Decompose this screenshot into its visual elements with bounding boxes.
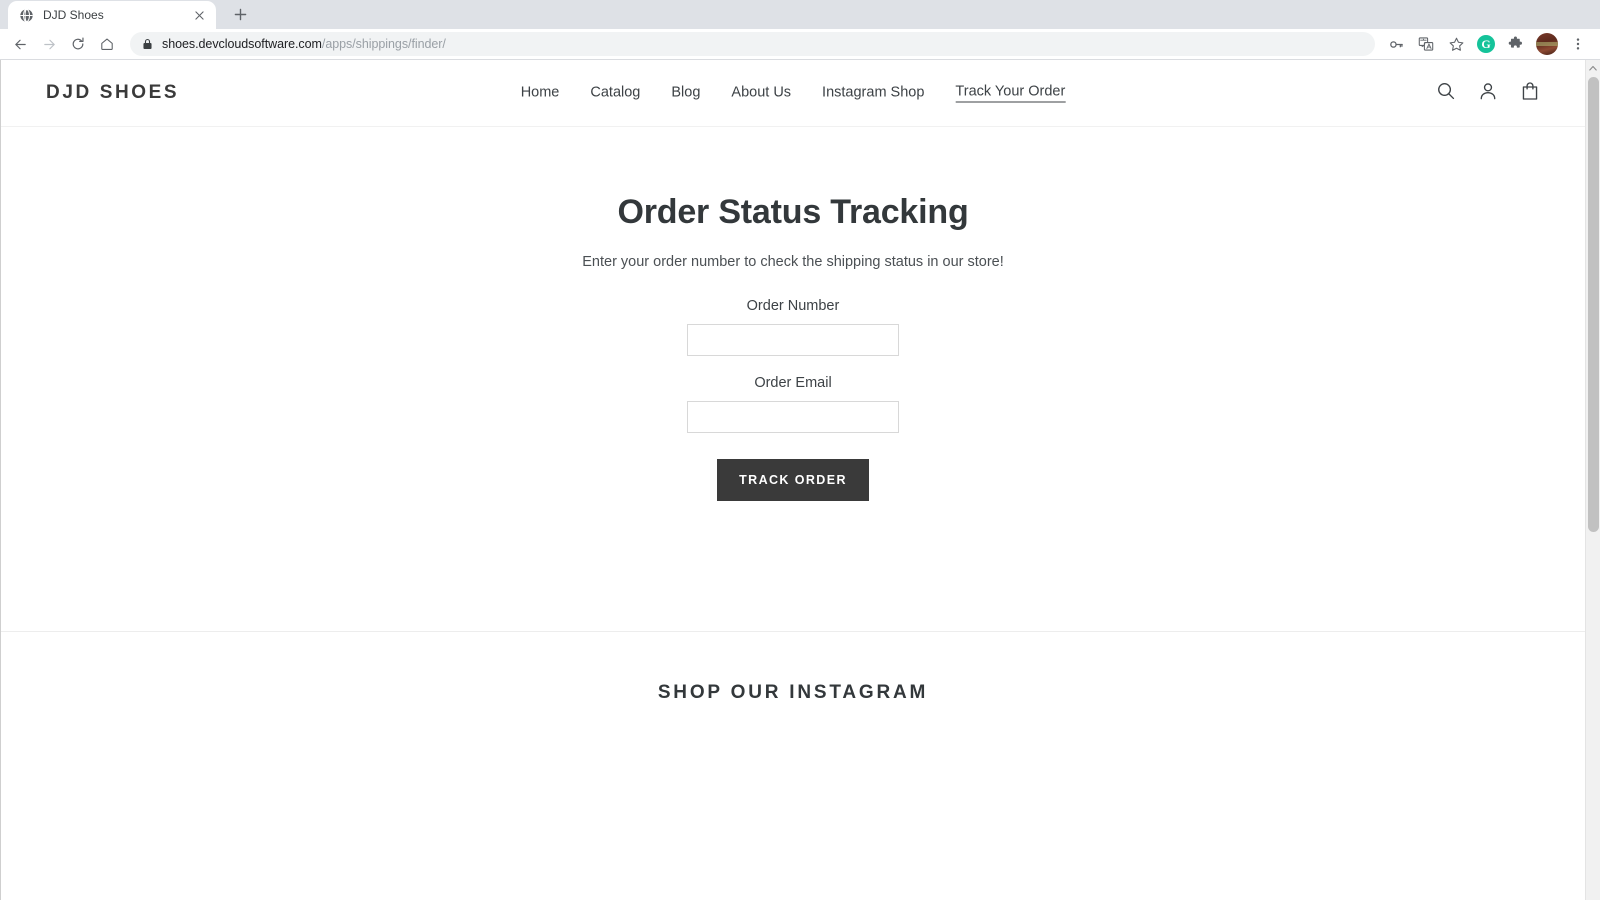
lock-icon bbox=[142, 38, 153, 50]
order-tracking-section: Order Status Tracking Enter your order n… bbox=[1, 127, 1585, 632]
tracking-content: Order Status Tracking Enter your order n… bbox=[1, 193, 1585, 501]
nav-item-blog[interactable]: Blog bbox=[671, 84, 700, 102]
address-bar[interactable]: shoes.devcloudsoftware.com/apps/shipping… bbox=[130, 32, 1375, 56]
page-viewport: DJD SHOES Home Catalog Blog About Us Ins… bbox=[0, 60, 1600, 900]
reload-icon[interactable] bbox=[64, 30, 92, 58]
close-icon[interactable] bbox=[191, 7, 207, 23]
web-page: DJD SHOES Home Catalog Blog About Us Ins… bbox=[1, 60, 1585, 900]
instagram-section-title: SHOP OUR INSTAGRAM bbox=[657, 682, 929, 703]
browser-toolbar: shoes.devcloudsoftware.com/apps/shipping… bbox=[0, 29, 1600, 60]
star-icon[interactable] bbox=[1442, 30, 1470, 58]
order-tracking-form: Order Number Order Email TRACK ORDER bbox=[687, 298, 899, 501]
order-email-input[interactable] bbox=[687, 401, 899, 433]
profile-avatar-icon[interactable] bbox=[1536, 33, 1558, 55]
globe-icon bbox=[19, 8, 34, 23]
order-email-field-group: Order Email bbox=[687, 375, 899, 433]
tab-strip: DJD Shoes bbox=[0, 0, 1600, 29]
url-host: shoes.devcloudsoftware.com bbox=[162, 37, 322, 51]
order-email-label: Order Email bbox=[754, 375, 832, 391]
scrollbar-thumb[interactable] bbox=[1588, 77, 1599, 532]
user-account-icon[interactable] bbox=[1478, 81, 1498, 106]
new-tab-button[interactable] bbox=[226, 0, 254, 28]
scroll-up-arrow-icon[interactable] bbox=[1586, 60, 1600, 75]
browser-window: DJD Shoes shoes.devcloudsoftware.com/app… bbox=[0, 0, 1600, 900]
url-path: /apps/shippings/finder/ bbox=[321, 37, 446, 51]
tab-title: DJD Shoes bbox=[43, 8, 104, 22]
order-number-input[interactable] bbox=[687, 324, 899, 356]
home-icon[interactable] bbox=[93, 30, 121, 58]
toolbar-right-actions: G bbox=[1382, 30, 1592, 58]
main-navigation: Home Catalog Blog About Us Instagram Sho… bbox=[521, 84, 1066, 103]
arrow-back-icon[interactable] bbox=[6, 30, 34, 58]
search-icon[interactable] bbox=[1436, 81, 1456, 106]
three-dot-menu-icon[interactable] bbox=[1564, 30, 1592, 58]
url-text: shoes.devcloudsoftware.com/apps/shipping… bbox=[162, 37, 446, 51]
site-logo[interactable]: DJD SHOES bbox=[46, 82, 179, 104]
puzzle-icon[interactable] bbox=[1502, 30, 1530, 58]
grammarly-icon[interactable]: G bbox=[1477, 35, 1495, 53]
order-number-field-group: Order Number bbox=[687, 298, 899, 356]
nav-item-home[interactable]: Home bbox=[521, 84, 560, 102]
page-title: Order Status Tracking bbox=[617, 193, 969, 231]
arrow-forward-icon bbox=[35, 30, 63, 58]
instagram-section: SHOP OUR INSTAGRAM bbox=[1, 632, 1585, 704]
browser-tab[interactable]: DJD Shoes bbox=[8, 1, 216, 29]
key-icon[interactable] bbox=[1382, 30, 1410, 58]
page-scrollbar[interactable] bbox=[1585, 60, 1600, 900]
shopping-bag-icon[interactable] bbox=[1520, 81, 1540, 106]
track-order-button[interactable]: TRACK ORDER bbox=[717, 459, 869, 501]
translate-icon[interactable] bbox=[1412, 30, 1440, 58]
grammarly-letter: G bbox=[1481, 36, 1491, 51]
page-subtitle: Enter your order number to check the shi… bbox=[582, 254, 1004, 270]
header-icon-group bbox=[1436, 81, 1540, 106]
order-number-label: Order Number bbox=[746, 298, 840, 314]
nav-item-catalog[interactable]: Catalog bbox=[590, 84, 640, 102]
nav-item-about-us[interactable]: About Us bbox=[731, 84, 791, 102]
nav-item-instagram-shop[interactable]: Instagram Shop bbox=[822, 84, 924, 102]
site-header: DJD SHOES Home Catalog Blog About Us Ins… bbox=[1, 60, 1585, 127]
nav-item-track-your-order[interactable]: Track Your Order bbox=[955, 84, 1066, 103]
